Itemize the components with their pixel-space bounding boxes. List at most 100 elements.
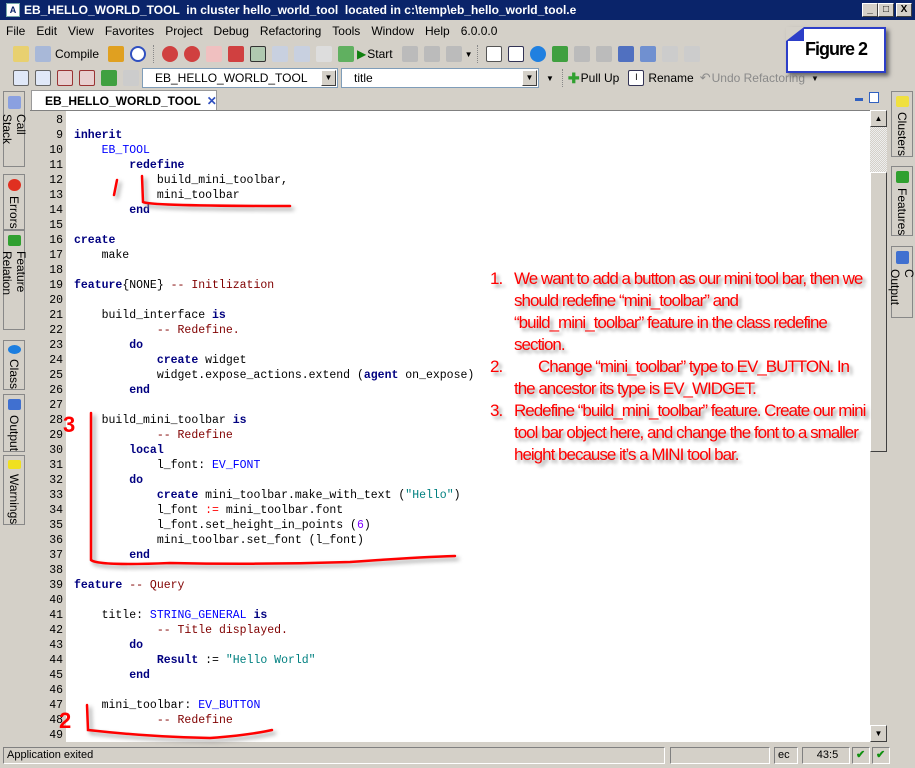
dock-tab-warnings[interactable]: Warnings — [3, 455, 25, 525]
new-window-icon[interactable] — [507, 46, 524, 62]
menu-edit[interactable]: Edit — [36, 24, 57, 38]
redo-icon[interactable] — [661, 46, 678, 62]
forward-icon[interactable] — [123, 70, 139, 86]
pause-icon[interactable] — [423, 46, 440, 62]
menu-tools[interactable]: Tools — [332, 24, 360, 38]
code-line[interactable]: mini_toolbar.set_font (l_font) — [74, 533, 364, 548]
code-line[interactable]: redefine — [74, 158, 184, 173]
code-line[interactable]: -- Redefine — [74, 428, 233, 443]
code-line[interactable]: l_font.set_height_in_points (6) — [74, 518, 371, 533]
pull-up-icon[interactable]: ✚ — [568, 70, 580, 87]
code-line[interactable]: EB_TOOL — [74, 143, 150, 158]
code-line[interactable]: make — [74, 248, 130, 263]
compile-status-icon[interactable]: ✔ — [852, 747, 870, 764]
menu-project[interactable]: Project — [165, 24, 202, 38]
code-line[interactable]: Result := "Hello World" — [74, 653, 316, 668]
code-line[interactable]: mini_toolbar — [74, 188, 240, 203]
step-icon[interactable] — [401, 46, 418, 62]
step-into-icon[interactable] — [272, 46, 289, 62]
precompile-icon[interactable] — [184, 46, 201, 62]
back-icon[interactable] — [101, 70, 117, 86]
run-finalize-icon[interactable] — [162, 46, 179, 62]
check-status-icon[interactable]: ✔ — [872, 747, 890, 764]
rename-icon[interactable]: I — [628, 70, 645, 86]
code-line[interactable]: mini_toolbar: EV_BUTTON — [74, 698, 261, 713]
menu-version[interactable]: 6.0.0.0 — [461, 24, 498, 38]
code-line[interactable]: end — [74, 383, 150, 398]
code-line[interactable]: widget.expose_actions.extend (agent on_e… — [74, 368, 474, 383]
code-line[interactable]: create — [74, 233, 115, 248]
code-line[interactable]: do — [74, 338, 143, 353]
code-line[interactable]: l_font: EV_FONT — [74, 458, 261, 473]
save-cluster-icon[interactable] — [617, 46, 634, 62]
menu-debug[interactable]: Debug — [214, 24, 249, 38]
dock-tab-output[interactable]: Output — [3, 394, 25, 452]
menu-view[interactable]: View — [68, 24, 94, 38]
menu-file[interactable]: File — [6, 24, 25, 38]
new-feature-icon[interactable] — [551, 46, 568, 62]
debug-icon[interactable] — [250, 46, 267, 62]
minimize-pane-icon[interactable] — [855, 98, 863, 101]
maximize-button[interactable]: □ — [878, 3, 894, 17]
scroll-up-arrow-icon[interactable]: ▲ — [870, 110, 887, 127]
code-line[interactable]: create mini_toolbar.make_with_text ("Hel… — [74, 488, 461, 503]
code-line[interactable]: build_interface is — [74, 308, 226, 323]
save-icon[interactable] — [573, 46, 590, 62]
chevron-down-icon[interactable]: ▼ — [522, 70, 537, 86]
code-line[interactable]: build_mini_toolbar is — [74, 413, 247, 428]
rename-button[interactable]: Rename — [648, 71, 693, 85]
vertical-scrollbar[interactable]: ▲ ▼ — [870, 110, 887, 742]
ancestors-icon[interactable] — [57, 70, 73, 86]
tab-eb-hello-world-tool[interactable]: EB_HELLO_WORLD_TOOL ✕ — [31, 90, 217, 110]
code-line[interactable]: end — [74, 668, 150, 683]
code-line[interactable]: do — [74, 473, 143, 488]
scrollbar-thumb[interactable] — [870, 172, 887, 452]
start-button[interactable]: Start — [367, 47, 392, 61]
feature-icon[interactable] — [35, 70, 51, 86]
code-line[interactable]: local — [74, 443, 164, 458]
undo-icon[interactable] — [639, 46, 656, 62]
freeze-icon[interactable] — [108, 46, 125, 62]
class-icon[interactable] — [13, 70, 29, 86]
info-icon[interactable] — [130, 46, 147, 62]
dock-tab-clusters[interactable]: Clusters — [891, 91, 913, 157]
code-line[interactable]: -- Redefine. — [74, 323, 240, 338]
feature-combo[interactable]: title ▼ — [341, 68, 539, 88]
dock-tab-call-stack[interactable]: Call Stack — [0, 91, 28, 167]
code-line[interactable]: create widget — [74, 353, 247, 368]
system-info-icon[interactable] — [13, 46, 29, 62]
step-out-icon[interactable] — [316, 46, 333, 62]
code-line[interactable]: feature -- Query — [74, 578, 184, 593]
stop-debug-icon[interactable] — [445, 46, 462, 62]
minimize-button[interactable]: _ — [862, 3, 878, 17]
code-line[interactable]: build_mini_toolbar, — [74, 173, 288, 188]
code-line[interactable]: end — [74, 203, 150, 218]
chevron-down-icon[interactable]: ▼ — [465, 50, 473, 59]
chevron-down-icon[interactable]: ▼ — [321, 70, 336, 86]
menu-window[interactable]: Window — [371, 24, 414, 38]
start-icon[interactable]: ▶ — [357, 47, 366, 61]
undo-refactoring-icon[interactable]: ↶ — [700, 70, 711, 86]
stop-icon[interactable] — [228, 46, 245, 62]
dock-tab-features[interactable]: Features — [891, 166, 913, 236]
code-line[interactable]: l_font := mini_toolbar.font — [74, 503, 343, 518]
step-over-icon[interactable] — [294, 46, 311, 62]
compile-button[interactable]: Compile — [55, 47, 99, 61]
close-button[interactable]: X — [896, 3, 912, 17]
code-line[interactable]: -- Title displayed. — [74, 623, 288, 638]
cut-icon[interactable] — [683, 46, 700, 62]
new-class-icon[interactable] — [485, 46, 502, 62]
code-line[interactable]: end — [74, 548, 150, 563]
menu-favorites[interactable]: Favorites — [105, 24, 154, 38]
class-combo[interactable]: EB_HELLO_WORLD_TOOL ▼ — [142, 68, 338, 88]
save-all-icon[interactable] — [595, 46, 612, 62]
compile-icon[interactable] — [35, 46, 51, 62]
dock-tab-errors[interactable]: Errors — [3, 174, 25, 230]
scroll-down-arrow-icon[interactable]: ▼ — [870, 725, 887, 742]
new-cluster-icon[interactable] — [529, 46, 546, 62]
chevron-down-icon[interactable]: ▼ — [811, 74, 819, 83]
code-line[interactable]: inherit — [74, 128, 122, 143]
pull-up-button[interactable]: Pull Up — [581, 71, 620, 85]
menu-refactoring[interactable]: Refactoring — [260, 24, 321, 38]
dock-tab-c-output[interactable]: C Output — [888, 246, 915, 318]
